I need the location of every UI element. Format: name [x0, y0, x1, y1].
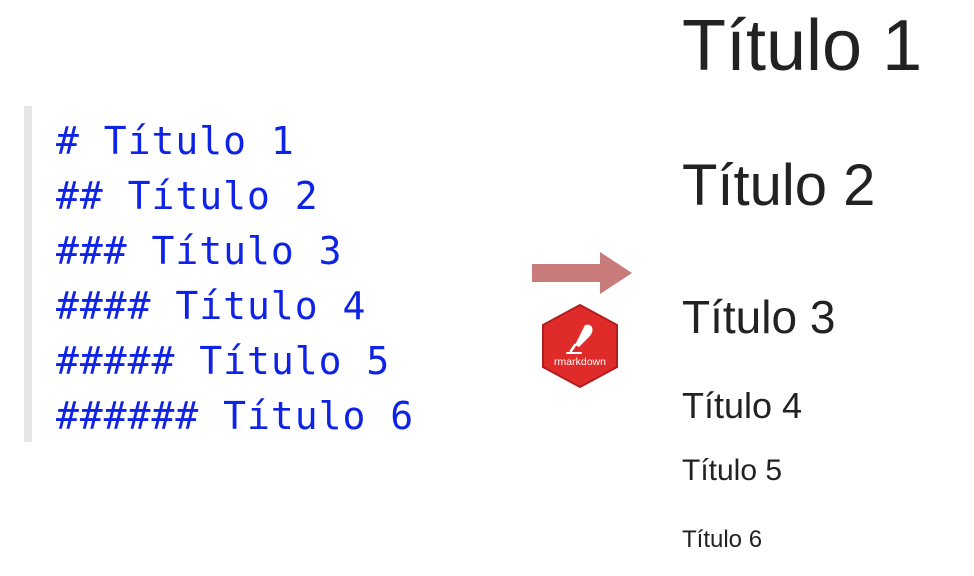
rendered-heading-2: Título 2 — [682, 153, 876, 218]
rmarkdown-logo-icon: rmarkdown — [542, 303, 618, 389]
logo-label: rmarkdown — [554, 356, 606, 368]
rendered-heading-5: Título 5 — [682, 454, 783, 487]
arrow-shape — [532, 252, 632, 294]
rendered-heading-3: Título 3 — [682, 291, 836, 343]
rendered-heading-4: Título 4 — [682, 385, 803, 426]
source-line-h5: ##### Título 5 — [56, 339, 391, 383]
source-line-h6: ###### Título 6 — [56, 394, 415, 438]
markdown-source-lines: # Título 1 ## Título 2 ### Título 3 ####… — [56, 114, 414, 444]
rendered-heading-1: Título 1 — [682, 6, 923, 86]
rendered-output: Título 1 Título 2 Título 3 Título 4 Títu… — [682, 0, 974, 576]
source-line-h4: #### Título 4 — [56, 284, 367, 328]
right-arrow-icon — [532, 252, 632, 294]
source-line-h2: ## Título 2 — [56, 174, 319, 218]
source-line-h1: # Título 1 — [56, 119, 295, 163]
markdown-source-panel: # Título 1 ## Título 2 ### Título 3 ####… — [24, 106, 494, 442]
rendered-heading-6: Título 6 — [682, 526, 763, 553]
source-line-h3: ### Título 3 — [56, 229, 343, 273]
